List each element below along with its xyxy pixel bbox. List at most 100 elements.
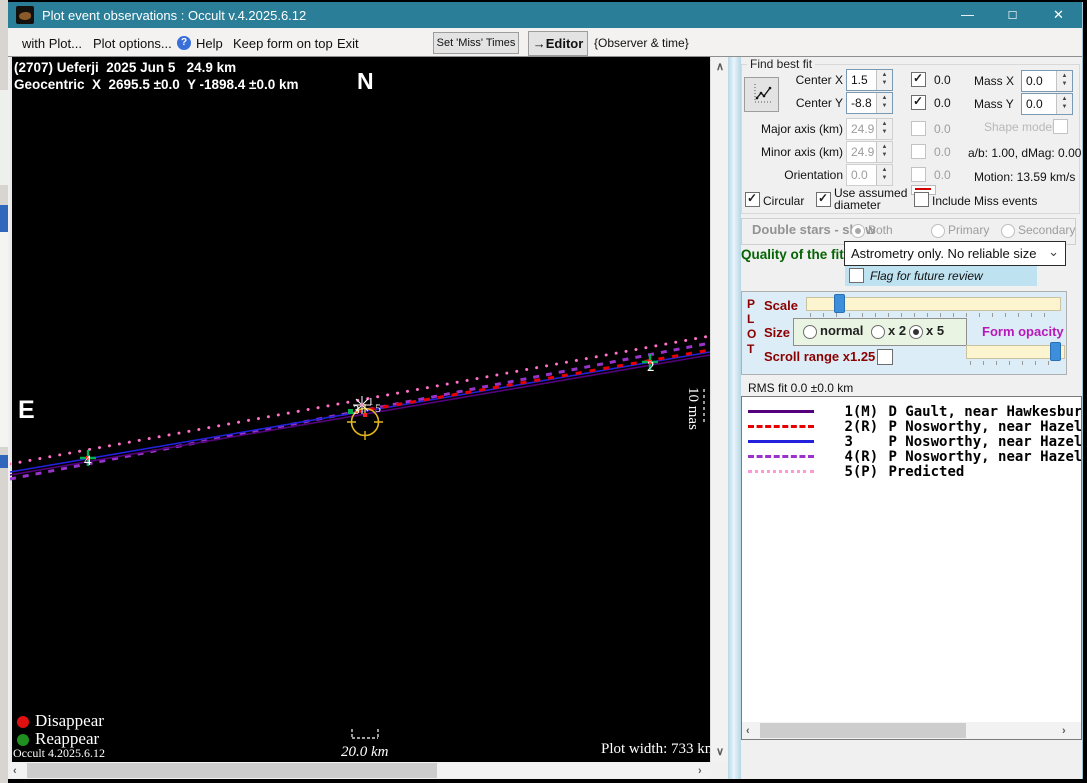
spinner-arrows-icon[interactable]: ▲▼ [876,70,892,90]
observer-row[interactable]: 5(P)Predicted [748,464,1082,479]
chord-style-swatch [748,470,814,473]
observer-number: 4(R) [844,449,888,465]
set-miss-times-button[interactable]: Set 'Miss' Times [433,32,519,54]
menu-keep-form-on-top[interactable]: Keep form on top [233,36,333,51]
center-y-value[interactable]: -8.8 [851,96,872,110]
size-label: Size [764,325,790,340]
plot-letter-o: O [747,327,756,341]
menu-plot-options[interactable]: Plot options... [93,36,172,51]
observer-row[interactable]: 3P Nosworthy, near Hazel [748,434,1082,449]
flag-review-label: Flag for future review [870,269,983,283]
observer-row[interactable]: 1(M)D Gault, near Hawkesbur [748,404,1082,419]
minor-axis-value: 24.9 [851,145,874,159]
spinner-arrows-icon[interactable]: ▲▼ [876,93,892,113]
close-icon: ✕ [1053,7,1064,22]
north-label: N [357,68,374,95]
menu-exit[interactable]: Exit [337,36,359,51]
chord-style-swatch [748,455,814,458]
plot-width-label: Plot width: 733 km [601,741,716,758]
editor-button[interactable]: →Editor [528,31,588,56]
mass-y-spinner[interactable]: 0.0 ▲▼ [1021,93,1073,115]
size-x2-radio[interactable] [871,325,885,339]
scroll-range-label: Scroll range x1.25 [764,349,875,364]
scale-slider-thumb[interactable] [834,294,845,313]
center-x-spinner[interactable]: 1.5 ▲▼ [846,69,893,91]
observer-listbox[interactable]: 1(M)D Gault, near Hawkesbur 2(R)P Noswor… [741,396,1082,740]
ab-dmag-label: a/b: 1.00, dMag: 0.00 [968,146,1081,160]
close-button[interactable]: ✕ [1035,2,1082,28]
combo-arrow-icon[interactable]: ⌄ [1048,244,1059,260]
observer1-chord-line [10,355,710,475]
scroll-left-icon[interactable]: ‹ [13,764,17,778]
menu-help[interactable]: Help [196,36,223,51]
scroll-left-icon[interactable]: ‹ [746,724,750,738]
quality-of-fit-combobox[interactable]: Astrometry only. No reliable size ⌄ [844,241,1066,266]
mass-x-spinner[interactable]: 0.0 ▲▼ [1021,70,1073,92]
use-assumed-diameter-label: Use assumed diameter [834,187,916,211]
size-x5-label: x 5 [926,323,944,338]
scrollbar-thumb[interactable] [27,763,437,778]
size-x5-radio[interactable] [909,325,923,339]
plot-letter-p: P [747,297,755,311]
spinner-arrows-icon: ▲▼ [876,165,892,185]
spinner-arrows-icon[interactable]: ▲▼ [1056,94,1072,114]
observer-row[interactable]: 4(R)P Nosworthy, near Hazel [748,449,1082,464]
menu-with-plot[interactable]: with Plot... [22,36,82,51]
minor-axis-sigma-checkbox [911,144,926,159]
plot-vertical-scrollbar[interactable]: ∧ ∨ [710,57,729,762]
predicted-chord-line [10,336,710,464]
flag-review-checkbox[interactable] [849,268,864,283]
center-y-label: Center Y [770,96,843,110]
scroll-right-icon[interactable]: › [1062,724,1066,738]
red-line-icon [915,188,931,190]
plot-header-line2: Geocentric X 2695.5 ±0.0 Y -1898.4 ±0.0 … [14,77,299,92]
circular-checkbox[interactable] [745,192,760,207]
scroll-down-icon[interactable]: ∨ [714,745,726,759]
plot-version-label: Occult 4.2025.6.12 [13,746,105,761]
mass-x-value[interactable]: 0.0 [1026,74,1043,88]
scrollbar-thumb[interactable] [760,723,966,738]
chord-style-swatch [748,440,814,443]
spinner-arrows-icon: ▲▼ [876,119,892,139]
minimize-button[interactable]: — [945,2,990,28]
legend-disappear-label: Disappear [35,711,104,731]
panel-splitter[interactable] [728,57,741,779]
observer-name: P Nosworthy, near Hazel [888,449,1082,465]
center-x-sigma-checkbox[interactable] [911,72,926,87]
mass-y-value[interactable]: 0.0 [1026,97,1043,111]
double-stars-primary-label: Primary [948,223,989,237]
plot-graphics [10,57,710,762]
use-assumed-diameter-checkbox[interactable] [816,192,831,207]
center-y-sigma-checkbox[interactable] [911,95,926,110]
scroll-right-icon[interactable]: › [698,764,702,778]
titlebar[interactable]: Plot event observations : Occult v.4.202… [8,2,1082,28]
observer-row[interactable]: 2(R)P Nosworthy, near Hazel [748,419,1082,434]
star-sparkle-center [360,403,363,406]
observer-number: 1(M) [844,404,888,420]
circular-label: Circular [763,194,804,208]
include-miss-events-checkbox[interactable] [914,192,929,207]
minor-axis-spinner: 24.9 ▲▼ [846,141,893,163]
spinner-arrows-icon: ▲▼ [876,142,892,162]
orientation-value: 0.0 [851,168,868,182]
scroll-range-checkbox[interactable] [877,349,893,365]
major-axis-sigma-checkbox [911,121,926,136]
observer-name: Predicted [888,464,964,480]
observer-time-label: {Observer & time} [594,36,689,50]
reappear-dot-icon [17,734,29,746]
scale-label: Scale [764,298,798,313]
center-x-value[interactable]: 1.5 [851,73,868,87]
listbox-horizontal-scrollbar[interactable]: ‹ › [742,722,1081,739]
window-title: Plot event observations : Occult v.4.202… [42,8,306,23]
marker1-label: 1 [368,396,374,408]
scroll-up-icon[interactable]: ∧ [714,60,726,74]
rms-fit-label: RMS fit 0.0 ±0.0 km [748,381,853,395]
spinner-arrows-icon[interactable]: ▲▼ [1056,71,1072,91]
scale-slider-ticks [810,313,1056,317]
plot-horizontal-scrollbar[interactable]: ‹ › [10,762,710,779]
size-normal-radio[interactable] [803,325,817,339]
maximize-button[interactable]: ☐ [990,2,1035,28]
double-stars-primary-radio [931,224,945,238]
center-y-spinner[interactable]: -8.8 ▲▼ [846,92,893,114]
opacity-slider-thumb[interactable] [1050,342,1061,361]
